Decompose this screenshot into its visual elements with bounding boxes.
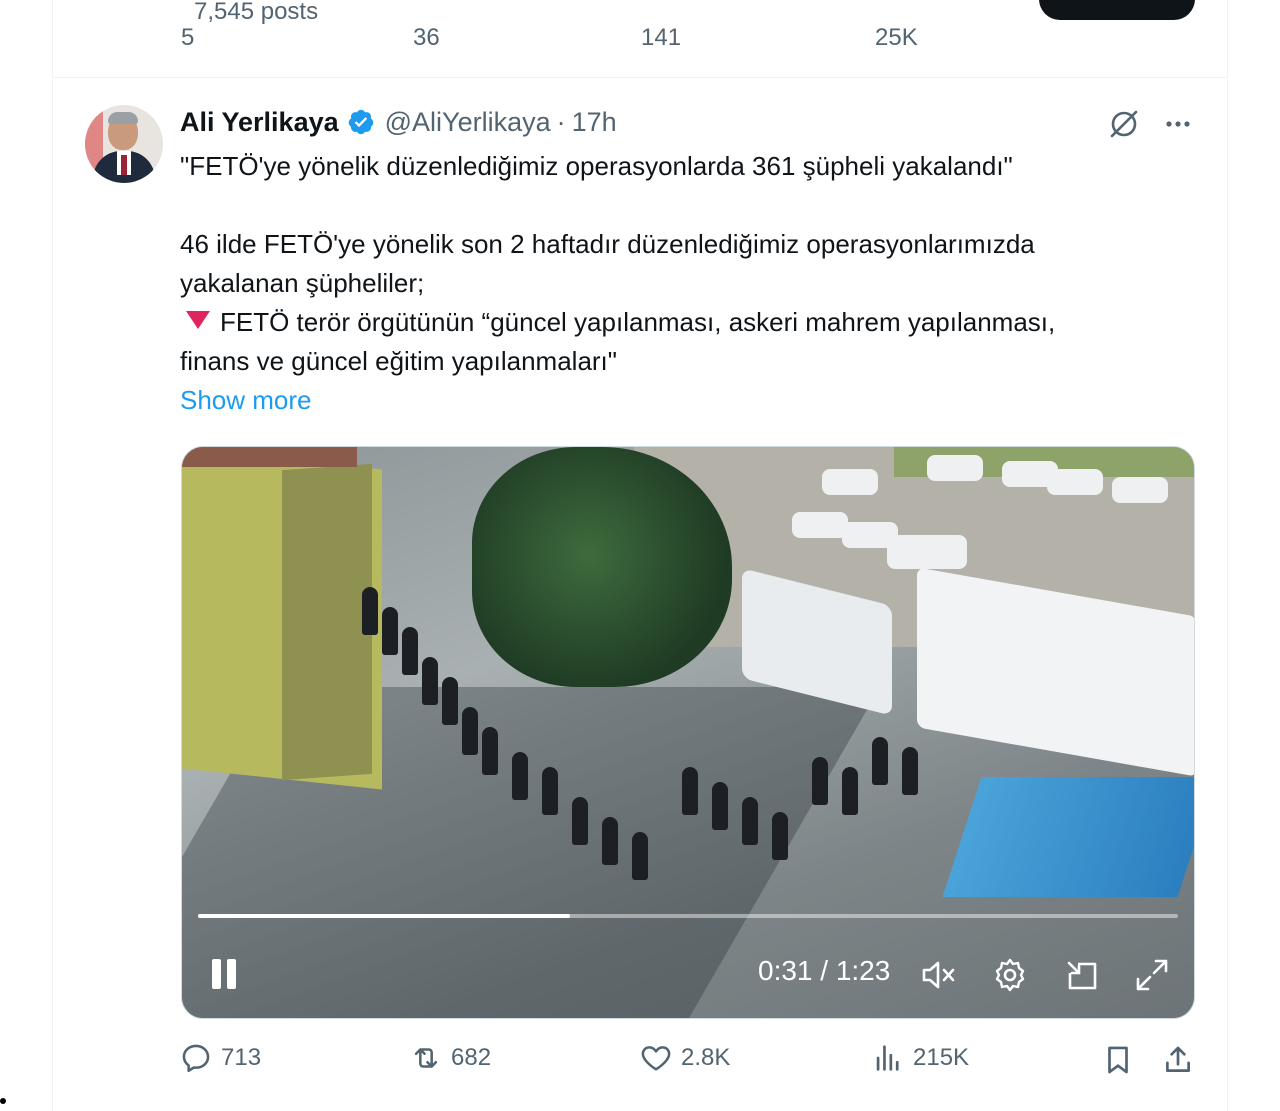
prev-reply-count[interactable]: 5 [181,24,194,52]
heart-icon [641,1046,671,1071]
views-count: 215K [913,1044,970,1071]
tweet-line: yakalanan şüpheliler; [180,268,425,298]
share-icon[interactable] [1161,1043,1195,1077]
video-player[interactable]: 0:31 / 1:23 [181,446,1195,1019]
muted-icon[interactable] [918,955,958,995]
red-triangle-icon [186,311,210,329]
views-button[interactable]: 215K [871,1041,969,1075]
reply-button[interactable]: 713 [179,1041,261,1075]
video-progress-fill [198,914,571,918]
like-count: 2.8K [681,1044,731,1071]
tweet-actions: 713 682 2.8K 215K [53,1041,1227,1085]
tweet[interactable]: Ali Yerlikaya @AliYerlikaya · 17h "FETÖ'… [52,79,1228,1111]
tweet-line: 46 ilde FETÖ'ye yönelik son 2 haftadır d… [180,229,1035,259]
verified-badge-icon [348,109,373,135]
tweet-line-bullet: FETÖ terör örgütünün “güncel yapılanması… [180,303,1200,342]
bookmark-icon[interactable] [1101,1043,1135,1077]
prev-like-count[interactable]: 141 [641,24,681,52]
pause-icon[interactable] [208,955,242,991]
more-icon[interactable] [1161,107,1195,141]
repost-button[interactable]: 682 [409,1041,491,1075]
author-handle[interactable]: @AliYerlikaya [385,107,551,138]
tweet-time[interactable]: 17h [572,107,617,138]
video-time: 0:31 / 1:23 [758,955,891,986]
reply-count: 713 [221,1044,262,1071]
avatar[interactable] [85,105,163,183]
tweet-line: "FETÖ'ye yönelik düzenlediğimiz operasyo… [180,151,1013,181]
tweet-line: FETÖ terör örgütünün “güncel yapılanması… [220,307,1056,337]
reply-icon [182,1044,210,1073]
repost-icon [414,1048,438,1068]
views-icon [876,1045,899,1071]
video-progress-bar[interactable] [198,914,1178,918]
separator-dot: · [556,106,566,137]
previous-tweet: 7,545 posts 5 36 141 25K [52,0,1228,78]
fullscreen-icon[interactable] [1132,955,1172,995]
follow-button[interactable] [1039,0,1195,20]
repost-count: 682 [451,1044,492,1071]
picture-in-picture-icon[interactable] [1062,955,1102,995]
prev-views-count[interactable]: 25K [875,24,918,52]
tweet-text: "FETÖ'ye yönelik düzenlediğimiz operasyo… [180,147,1200,420]
video-controls: 0:31 / 1:23 [182,947,1194,1003]
settings-icon[interactable] [990,955,1030,995]
tweet-line: finans ve güncel eğitim yapılanmaları" [180,346,618,376]
show-more-link[interactable]: Show more [180,381,1200,420]
like-button[interactable]: 2.8K [639,1041,730,1075]
previous-tweet-actions: 5 36 141 25K [53,24,1227,54]
posts-count: 7,545 posts [194,0,319,25]
tweet-header: Ali Yerlikaya @AliYerlikaya · 17h [180,105,617,139]
author-name[interactable]: Ali Yerlikaya [180,107,339,138]
prev-repost-count[interactable]: 36 [413,24,440,52]
grok-icon[interactable] [1107,107,1141,141]
page-edge-dot [0,1098,6,1104]
